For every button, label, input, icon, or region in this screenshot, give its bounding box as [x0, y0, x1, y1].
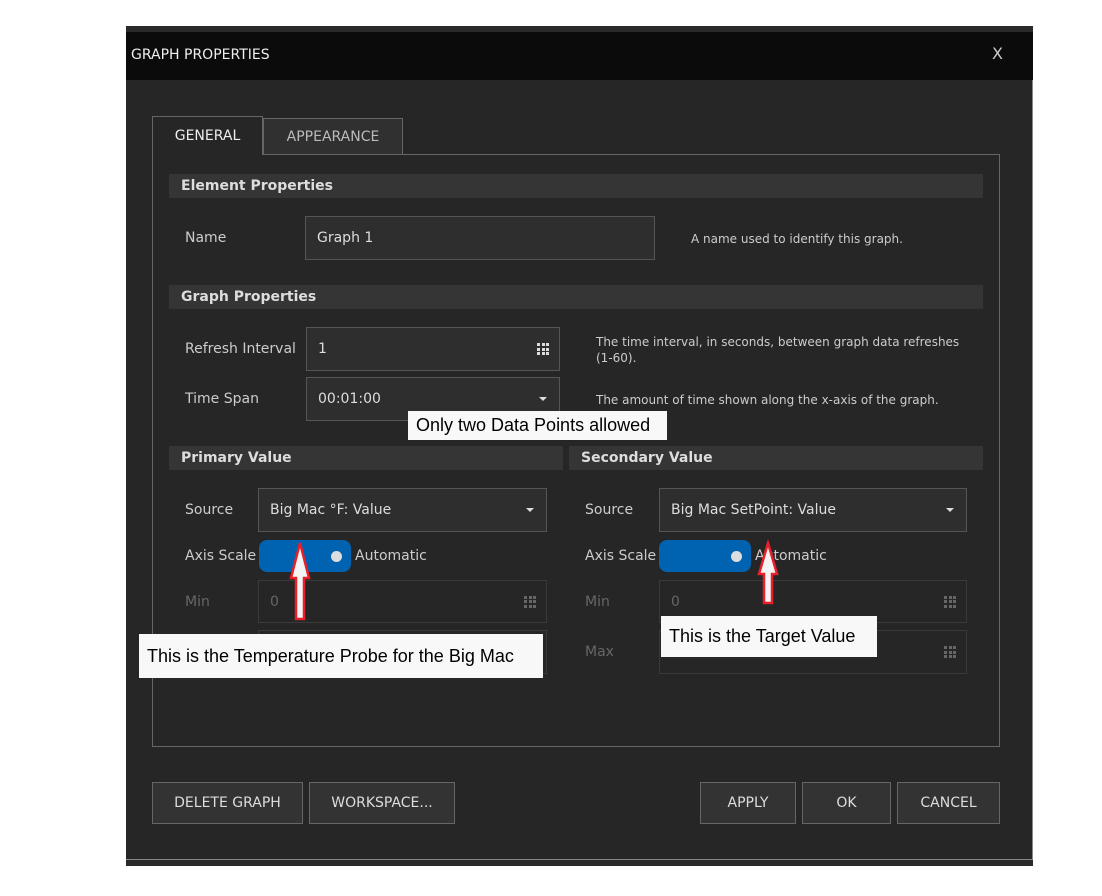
- chevron-down-icon: [946, 508, 954, 512]
- secondary-axis-scale-toggle[interactable]: [659, 540, 751, 572]
- tab-appearance[interactable]: APPEARANCE: [263, 118, 403, 155]
- secondary-source-label: Source: [585, 502, 634, 518]
- dialog-titlebar: GRAPH PROPERTIES X: [126, 32, 1033, 80]
- secondary-min-label: Min: [585, 594, 610, 610]
- background-app-strip-bottom: [126, 860, 1033, 866]
- chevron-down-icon: [526, 508, 534, 512]
- primary-min-label: Min: [185, 594, 210, 610]
- cancel-button[interactable]: CANCEL: [897, 782, 1000, 824]
- time-span-help: The amount of time shown along the x-axi…: [596, 393, 939, 407]
- section-element-properties: Element Properties: [169, 174, 983, 198]
- arrow-up-icon: [757, 540, 779, 605]
- name-label: Name: [185, 230, 227, 246]
- name-help: A name used to identify this graph.: [691, 232, 903, 246]
- name-input[interactable]: Graph 1: [305, 216, 655, 260]
- annotation-data-points: Only two Data Points allowed: [408, 411, 667, 440]
- ok-button[interactable]: OK: [802, 782, 891, 824]
- primary-source-select[interactable]: Big Mac °F: Value: [258, 488, 547, 532]
- section-secondary-value: Secondary Value: [569, 446, 983, 470]
- tab-general[interactable]: GENERAL: [152, 116, 263, 155]
- dialog-title: GRAPH PROPERTIES: [131, 47, 270, 63]
- name-value: Graph 1: [317, 230, 374, 246]
- arrow-up-icon: [289, 542, 311, 621]
- delete-graph-button[interactable]: DELETE GRAPH: [152, 782, 303, 824]
- time-span-value: 00:01:00: [318, 391, 381, 407]
- annotation-probe: This is the Temperature Probe for the Bi…: [139, 634, 543, 678]
- secondary-min-value: 0: [671, 593, 680, 610]
- keypad-icon[interactable]: [537, 343, 549, 355]
- secondary-source-select[interactable]: Big Mac SetPoint: Value: [659, 488, 967, 532]
- keypad-icon: [944, 595, 956, 608]
- secondary-axis-scale-label: Axis Scale: [585, 548, 657, 564]
- time-span-label: Time Span: [185, 391, 259, 407]
- keypad-icon: [944, 646, 956, 658]
- refresh-interval-label: Refresh Interval: [185, 341, 296, 357]
- chevron-down-icon: [539, 397, 547, 401]
- apply-button[interactable]: APPLY: [700, 782, 796, 824]
- close-icon[interactable]: X: [992, 44, 1003, 63]
- refresh-interval-input[interactable]: 1: [306, 327, 560, 371]
- annotation-target: This is the Target Value: [661, 616, 877, 657]
- refresh-help-1: The time interval, in seconds, between g…: [596, 335, 960, 349]
- toggle-knob: [731, 551, 742, 562]
- primary-source-label: Source: [185, 502, 234, 518]
- primary-axis-scale-value: Automatic: [355, 548, 427, 564]
- refresh-help-2: (1-60).: [596, 351, 637, 365]
- secondary-max-label: Max: [585, 644, 614, 660]
- section-primary-value: Primary Value: [169, 446, 563, 470]
- primary-min-value: 0: [270, 593, 279, 610]
- section-graph-properties: Graph Properties: [169, 285, 983, 309]
- primary-source-value: Big Mac °F: Value: [270, 502, 392, 518]
- keypad-icon: [524, 595, 536, 608]
- workspace-button[interactable]: WORKSPACE...: [309, 782, 455, 824]
- secondary-source-value: Big Mac SetPoint: Value: [671, 502, 836, 518]
- toggle-knob: [331, 551, 342, 562]
- primary-axis-scale-label: Axis Scale: [185, 548, 257, 564]
- refresh-interval-value: 1: [318, 341, 327, 357]
